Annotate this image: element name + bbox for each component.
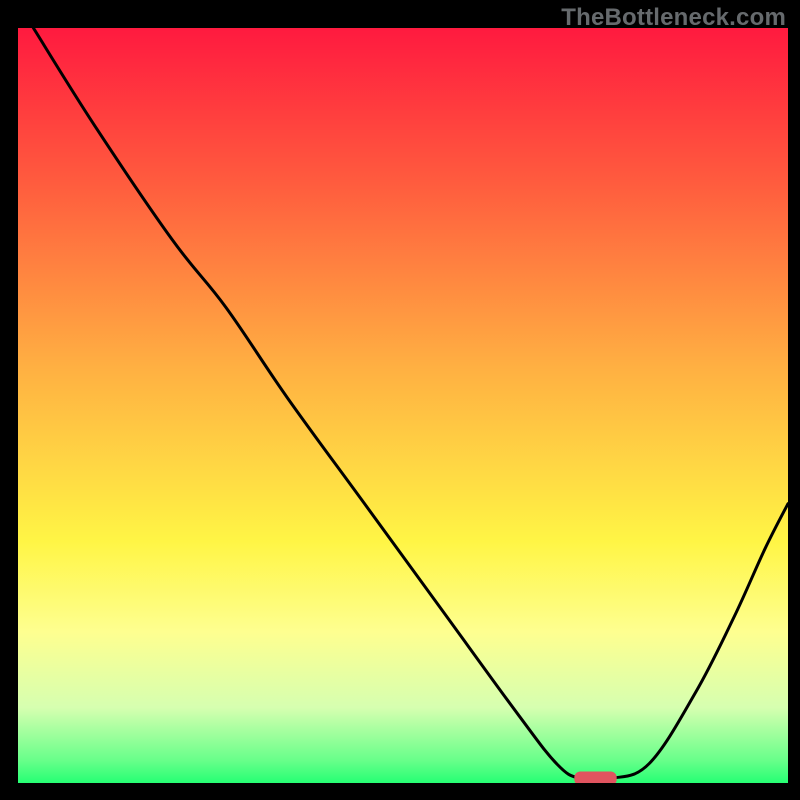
gradient-bg — [18, 28, 788, 783]
chart-frame: { "watermark": "TheBottleneck.com", "col… — [0, 0, 800, 800]
plot-area — [18, 28, 788, 785]
bottleneck-chart — [0, 0, 800, 800]
